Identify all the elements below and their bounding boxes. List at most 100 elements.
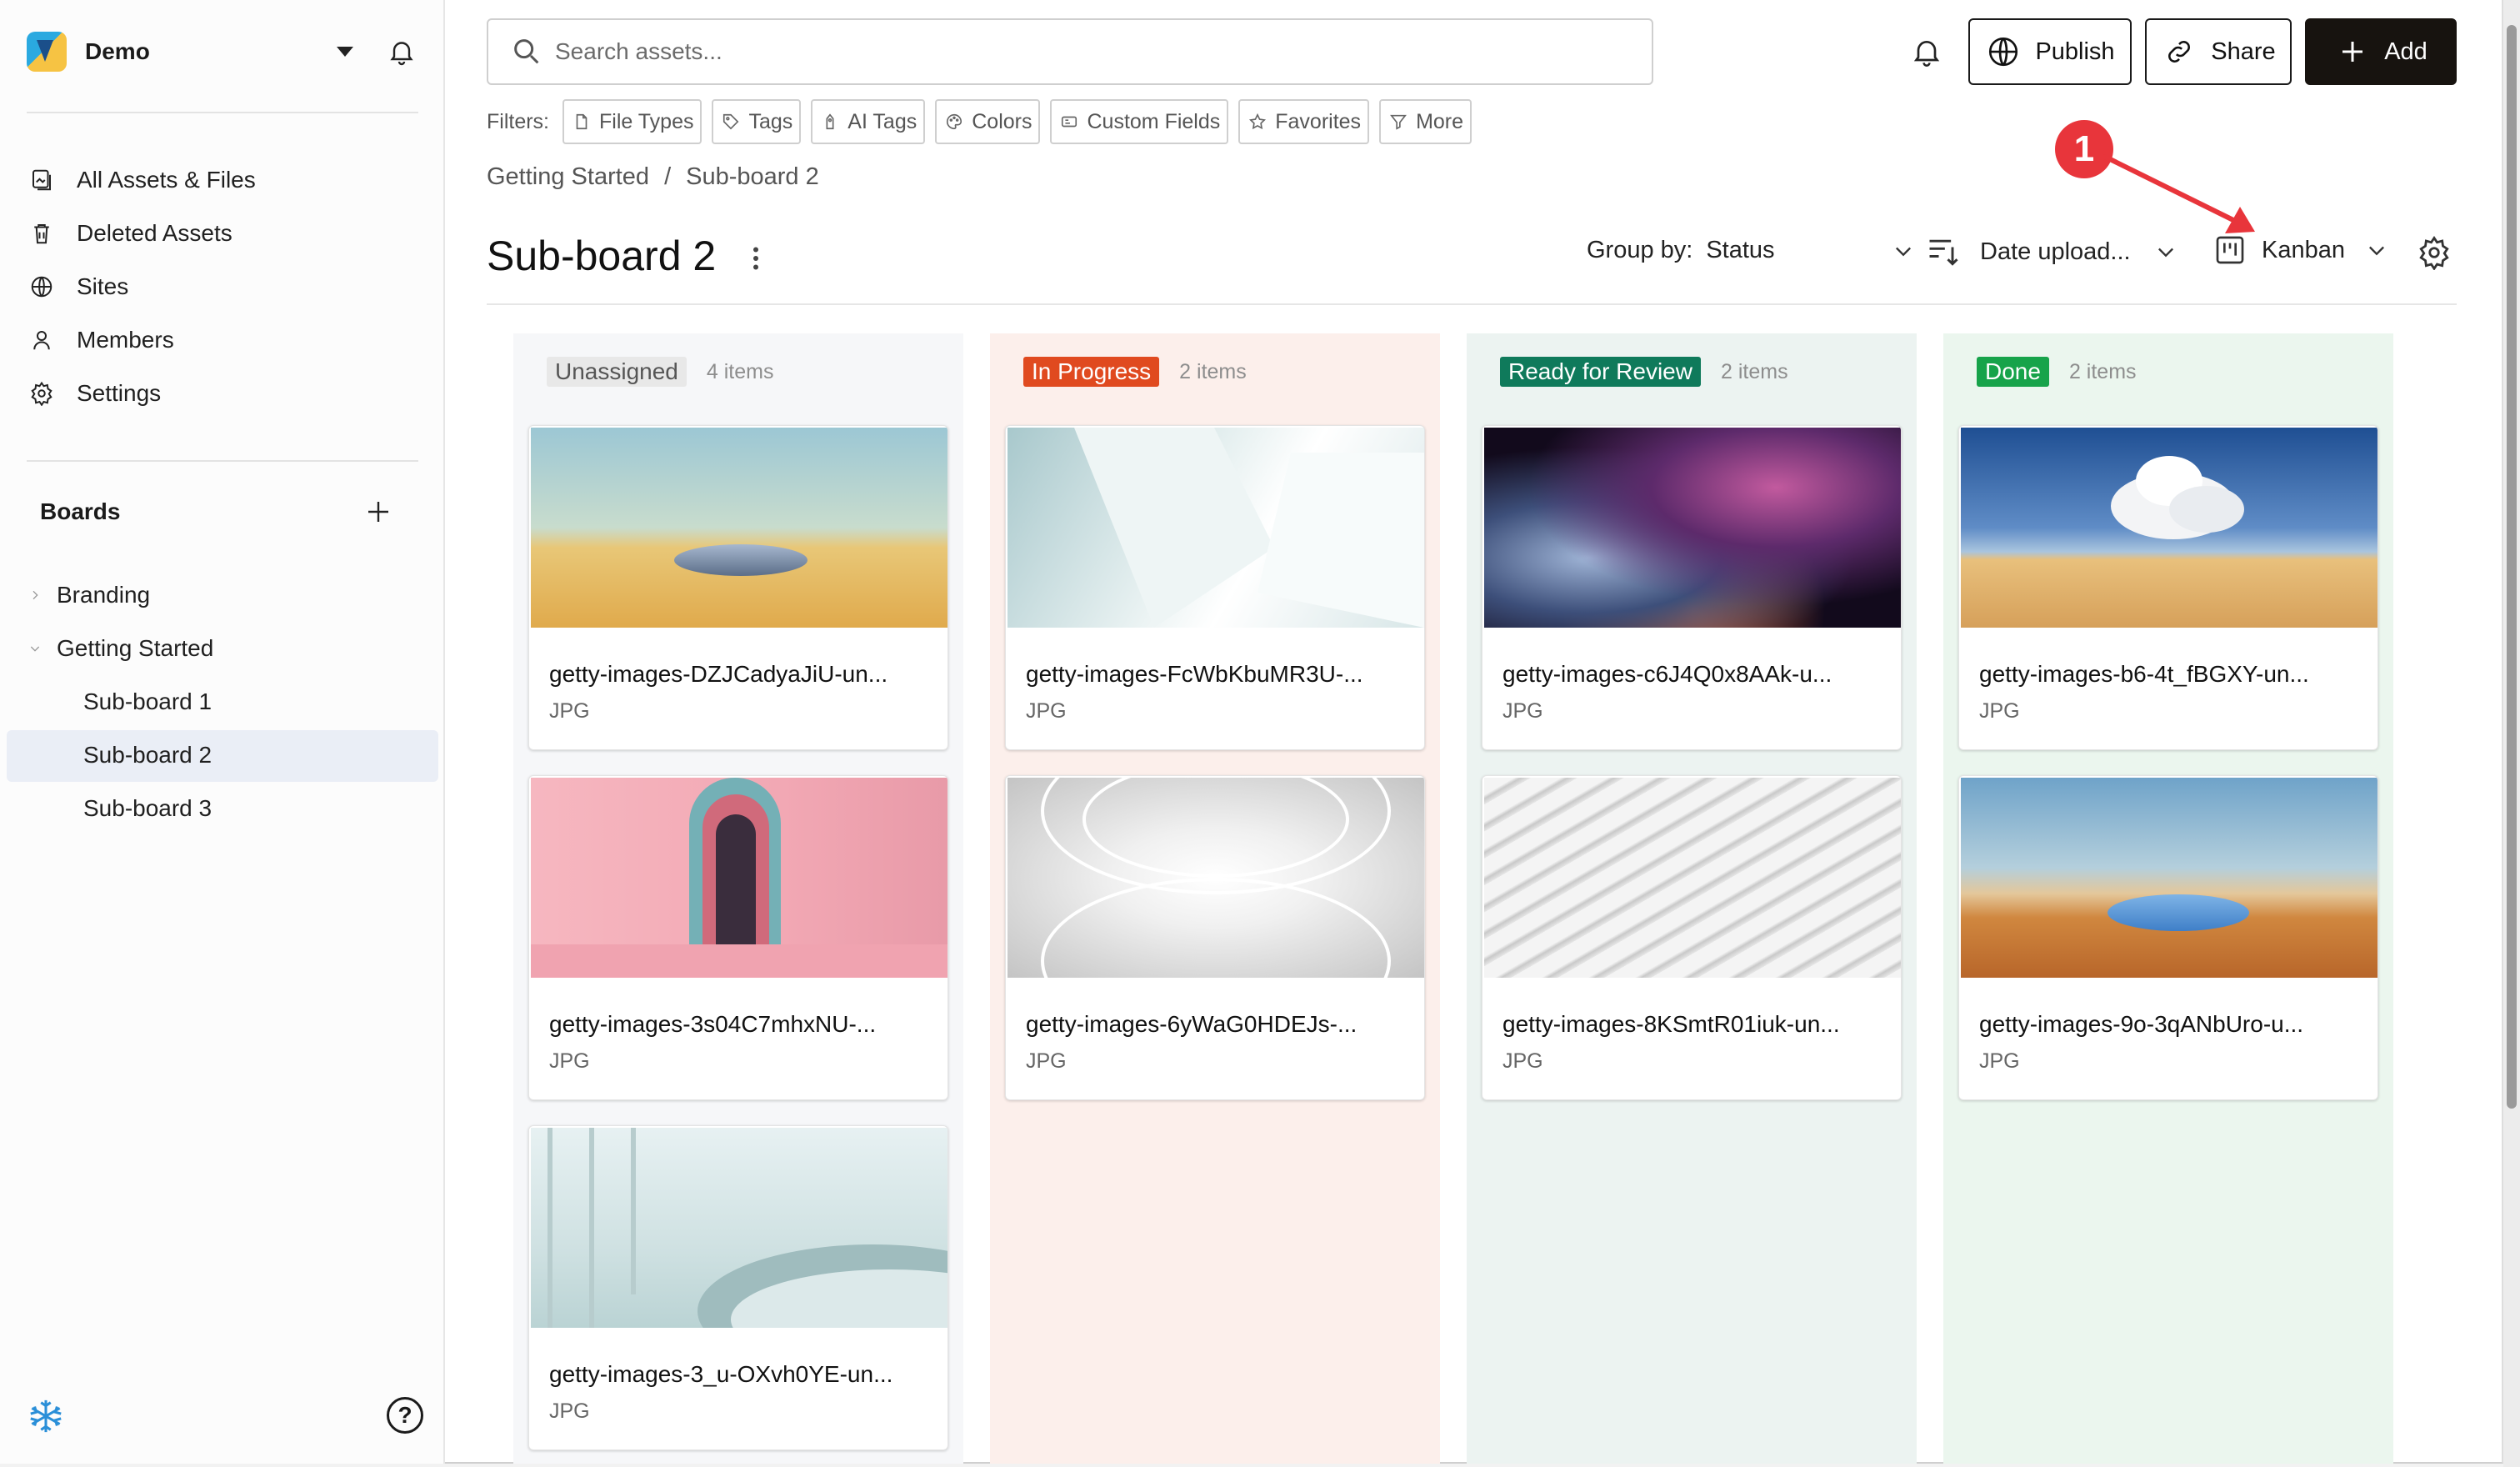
asset-name: getty-images-3_u-OXvh0YE-un...	[549, 1361, 893, 1387]
asset-card[interactable]: getty-images-3_u-OXvh0YE-un... JPG	[528, 1125, 948, 1450]
board-label: Branding	[57, 582, 151, 608]
sidebar: Demo All Assets & Files Deleted Assets S…	[0, 0, 445, 1464]
breadcrumb-parent[interactable]: Getting Started	[487, 163, 649, 191]
divider	[27, 460, 418, 462]
help-icon[interactable]: ?	[387, 1397, 423, 1434]
caret-down-icon[interactable]	[337, 47, 353, 57]
board-getting-started[interactable]: Getting Started	[28, 625, 213, 672]
board-branding[interactable]: Branding	[28, 572, 150, 618]
sort-icon	[1929, 239, 1958, 266]
filter-tags[interactable]: Tags	[712, 99, 802, 144]
workspace-name: Demo	[85, 38, 150, 64]
filter-colors[interactable]: Colors	[935, 99, 1041, 144]
thumbnail-white-waves	[1484, 778, 1901, 978]
asset-card[interactable]: getty-images-c6J4Q0x8AAk-u... JPG	[1482, 425, 1902, 750]
chevron-down-icon[interactable]	[28, 642, 42, 655]
group-by-value: Status	[1706, 237, 1775, 263]
scrollbar-thumb[interactable]	[2507, 25, 2517, 1109]
nav-label: Deleted Assets	[77, 220, 232, 246]
board-label: Sub-board 2	[83, 742, 212, 768]
annotation-arrow	[2102, 154, 2255, 233]
add-button[interactable]: Add	[2305, 18, 2457, 85]
app-window: Demo All Assets & Files Deleted Assets S…	[0, 0, 2503, 1464]
custom-fields-icon	[1058, 111, 1080, 133]
publish-label: Publish	[2035, 38, 2115, 65]
status-badge: In Progress	[1023, 357, 1160, 387]
page-title: Sub-board 2	[487, 233, 717, 279]
plus-icon[interactable]	[363, 497, 393, 527]
asset-card[interactable]: getty-images-FcWbKbuMR3U-... JPG	[1005, 425, 1425, 750]
gear-icon[interactable]	[2417, 235, 2452, 270]
header-divider	[487, 303, 2457, 305]
asset-card[interactable]: getty-images-DZJCadyaJiU-un... JPG	[528, 425, 948, 750]
board-sub-board-1[interactable]: Sub-board 1	[83, 678, 212, 725]
filters-label: Filters:	[487, 109, 549, 133]
thumbnail-desert-mirror	[531, 428, 948, 628]
publish-button[interactable]: Publish	[1968, 18, 2132, 85]
nav-all-assets[interactable]: All Assets & Files	[27, 157, 418, 203]
more-vertical-icon[interactable]	[748, 243, 763, 273]
kanban-column-in-progress: In Progress 2 items getty-images-FcWbKbu…	[990, 333, 1440, 1464]
item-count: 2 items	[1179, 359, 1247, 383]
chevron-down-icon	[1895, 247, 1911, 256]
filter-custom-fields[interactable]: Custom Fields	[1050, 99, 1229, 144]
filter-more[interactable]: More	[1379, 99, 1472, 144]
thumbnail-abstract-planes	[1008, 428, 1424, 628]
filter-ai-tags[interactable]: AI Tags	[811, 99, 926, 144]
link-icon	[2161, 33, 2198, 70]
asset-type: JPG	[1979, 1049, 2020, 1073]
nav-label: Sites	[77, 273, 129, 299]
scrollbar[interactable]	[2503, 0, 2520, 1467]
asset-name: getty-images-FcWbKbuMR3U-...	[1026, 661, 1363, 687]
thumbnail-nebula	[1484, 428, 1901, 628]
filter-file-types[interactable]: File Types	[562, 99, 702, 144]
nav-members[interactable]: Members	[27, 317, 418, 363]
asset-type: JPG	[549, 1049, 590, 1073]
nav-deleted-assets[interactable]: Deleted Assets	[27, 210, 418, 257]
item-count: 4 items	[706, 359, 774, 383]
search-box[interactable]	[487, 18, 1653, 85]
bell-icon[interactable]	[387, 37, 417, 67]
asset-card[interactable]: getty-images-8KSmtR01iuk-un... JPG	[1482, 775, 1902, 1100]
nav-sites[interactable]: Sites	[27, 263, 418, 310]
snowflake-icon[interactable]	[27, 1397, 65, 1435]
chevron-right-icon[interactable]	[28, 588, 42, 602]
asset-type: JPG	[549, 699, 590, 723]
kanban-column-ready-for-review: Ready for Review 2 items getty-images-c6…	[1467, 333, 1917, 1464]
globe-icon	[27, 272, 57, 302]
chip-label: Favorites	[1275, 109, 1362, 133]
asset-type: JPG	[1502, 1049, 1543, 1073]
nav-settings[interactable]: Settings	[27, 370, 418, 417]
board-label: Sub-board 3	[83, 795, 212, 821]
bell-icon[interactable]	[1910, 35, 1943, 68]
filter-favorites[interactable]: Favorites	[1238, 99, 1370, 144]
selected-highlight	[7, 730, 438, 782]
share-button[interactable]: Share	[2145, 18, 2292, 85]
group-by-select[interactable]: Group by: Status	[1587, 237, 1915, 264]
asset-card[interactable]: getty-images-b6-4t_fBGXY-un... JPG	[1958, 425, 2378, 750]
file-icon	[571, 111, 592, 133]
breadcrumb-current: Sub-board 2	[686, 163, 819, 190]
assets-icon	[27, 165, 57, 195]
star-icon	[1247, 111, 1268, 133]
board-sub-board-2[interactable]: Sub-board 2	[83, 732, 212, 779]
search-input[interactable]	[555, 38, 1638, 65]
share-label: Share	[2211, 38, 2276, 65]
search-icon	[514, 39, 539, 64]
asset-name: getty-images-b6-4t_fBGXY-un...	[1979, 661, 2309, 687]
asset-type: JPG	[1026, 699, 1067, 723]
asset-name: getty-images-DZJCadyaJiU-un...	[549, 661, 888, 687]
tag-icon	[720, 111, 742, 133]
column-header: Ready for Review 2 items	[1500, 353, 1788, 390]
asset-card[interactable]: getty-images-6yWaG0HDEJs-... JPG	[1005, 775, 1425, 1100]
view-value: Kanban	[2262, 236, 2345, 263]
nav-label: All Assets & Files	[77, 167, 256, 193]
asset-card[interactable]: getty-images-9o-3qANbUro-u... JPG	[1958, 775, 2378, 1100]
filter-icon	[1388, 111, 1409, 133]
asset-card[interactable]: getty-images-3s04C7mhxNU-... JPG	[528, 775, 948, 1100]
workspace-switcher[interactable]: Demo	[27, 32, 418, 72]
asset-type: JPG	[549, 1399, 590, 1423]
globe-icon	[1985, 33, 2022, 70]
asset-name: getty-images-6yWaG0HDEJs-...	[1026, 1011, 1358, 1037]
board-sub-board-3[interactable]: Sub-board 3	[83, 785, 212, 832]
